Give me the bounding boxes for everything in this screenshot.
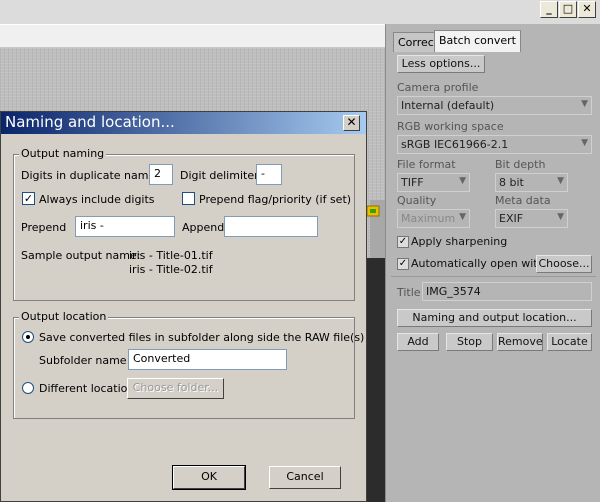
sample-output-label: Sample output name:: [21, 249, 141, 262]
chevron-down-icon: ▼: [459, 176, 466, 186]
output-location-legend: Output location: [19, 310, 109, 323]
chevron-down-icon: ▼: [581, 99, 588, 109]
chevron-down-icon: ▼: [557, 176, 564, 186]
digits-label: Digits in duplicate names: [21, 169, 161, 182]
meta-data-value: EXIF: [499, 212, 524, 225]
remove-button[interactable]: Remove: [497, 333, 543, 351]
digits-input[interactable]: 2: [149, 164, 173, 185]
cancel-button[interactable]: Cancel: [269, 466, 341, 489]
dialog-title: Naming and location...: [5, 113, 175, 131]
sample-output-line: iris - Title-02.tif: [129, 263, 213, 276]
file-format-label: File format: [397, 158, 456, 171]
append-label: Append: [182, 221, 225, 234]
rgb-space-label: RGB working space: [397, 120, 504, 133]
output-naming-legend: Output naming: [19, 147, 107, 160]
auto-open-checkbox[interactable]: ✓: [397, 258, 409, 270]
chevron-down-icon: ▼: [459, 212, 466, 222]
prepend-input[interactable]: iris -: [75, 216, 175, 237]
subfolder-option-label: Save converted files in subfolder along …: [39, 331, 365, 344]
title-label: Title: [397, 286, 421, 299]
prepend-flag-checkbox[interactable]: [182, 192, 195, 205]
panel-divider: [391, 276, 596, 277]
close-button[interactable]: ✕: [578, 1, 596, 18]
subfolder-name-label: Subfolder name: [39, 354, 127, 367]
rgb-space-value: sRGB IEC61966-2.1: [401, 138, 509, 151]
prepend-label: Prepend: [21, 221, 67, 234]
less-options-button[interactable]: Less options...: [397, 55, 485, 73]
sample-output-line: iris - Title-01.tif: [129, 249, 213, 262]
bit-depth-select[interactable]: 8 bit ▼: [495, 173, 568, 192]
title-input[interactable]: IMG_3574: [422, 282, 592, 301]
file-format-select[interactable]: TIFF ▼: [397, 173, 470, 192]
bit-depth-value: 8 bit: [499, 176, 524, 189]
quality-select[interactable]: Maximum ▼: [397, 209, 470, 228]
always-include-digits-checkbox[interactable]: ✓: [22, 192, 35, 205]
ok-button[interactable]: OK: [172, 465, 246, 490]
minimize-button[interactable]: _: [540, 1, 558, 18]
locate-button[interactable]: Locate: [547, 333, 592, 351]
different-location-label: Different location: [39, 382, 135, 395]
auto-open-label: Automatically open with:: [411, 257, 549, 270]
close-icon: ✕: [346, 115, 357, 129]
always-include-digits-label: Always include digits: [39, 193, 155, 206]
quality-value: Maximum: [401, 212, 456, 225]
meta-data-select[interactable]: EXIF ▼: [495, 209, 568, 228]
dialog-title-bar[interactable]: Naming and location... ✕: [1, 112, 366, 134]
choose-app-button[interactable]: Choose...: [536, 255, 592, 273]
digit-delimiter-label: Digit delimiter: [180, 169, 259, 182]
batch-convert-tab-body: Less options... Camera profile Internal …: [391, 48, 596, 502]
digit-delimiter-input[interactable]: -: [256, 164, 282, 185]
file-format-value: TIFF: [401, 176, 424, 189]
bit-depth-label: Bit depth: [495, 158, 546, 171]
stop-button[interactable]: Stop: [446, 333, 493, 351]
apply-sharpening-label: Apply sharpening: [411, 235, 508, 248]
add-button[interactable]: Add: [397, 333, 439, 351]
apply-sharpening-checkbox[interactable]: ✓: [397, 236, 409, 248]
chevron-down-icon: ▼: [557, 212, 564, 222]
naming-output-location-button[interactable]: Naming and output location...: [397, 309, 592, 327]
subfolder-radio[interactable]: [22, 331, 34, 343]
dialog-close-button[interactable]: ✕: [343, 115, 360, 131]
quality-label: Quality: [397, 194, 437, 207]
app-title-bar: _ □ ✕: [0, 0, 600, 24]
prepend-flag-label: Prepend flag/priority (if set): [199, 193, 352, 206]
chevron-down-icon: ▼: [581, 138, 588, 148]
rgb-space-select[interactable]: sRGB IEC61966-2.1 ▼: [397, 135, 592, 154]
maximize-button[interactable]: □: [559, 1, 577, 18]
app-toolbar: [0, 24, 385, 48]
camera-profile-label: Camera profile: [397, 81, 479, 94]
camera-profile-value: Internal (default): [401, 99, 495, 112]
naming-location-dialog: Naming and location... ✕ Output naming D…: [0, 111, 367, 502]
append-input[interactable]: [224, 216, 318, 237]
subfolder-name-input[interactable]: Converted: [128, 349, 287, 370]
meta-data-label: Meta data: [495, 194, 551, 207]
different-location-radio[interactable]: [22, 382, 34, 394]
choose-folder-button[interactable]: Choose folder...: [127, 378, 224, 399]
camera-profile-select[interactable]: Internal (default) ▼: [397, 96, 592, 115]
status-indicator-icon: [366, 205, 380, 217]
